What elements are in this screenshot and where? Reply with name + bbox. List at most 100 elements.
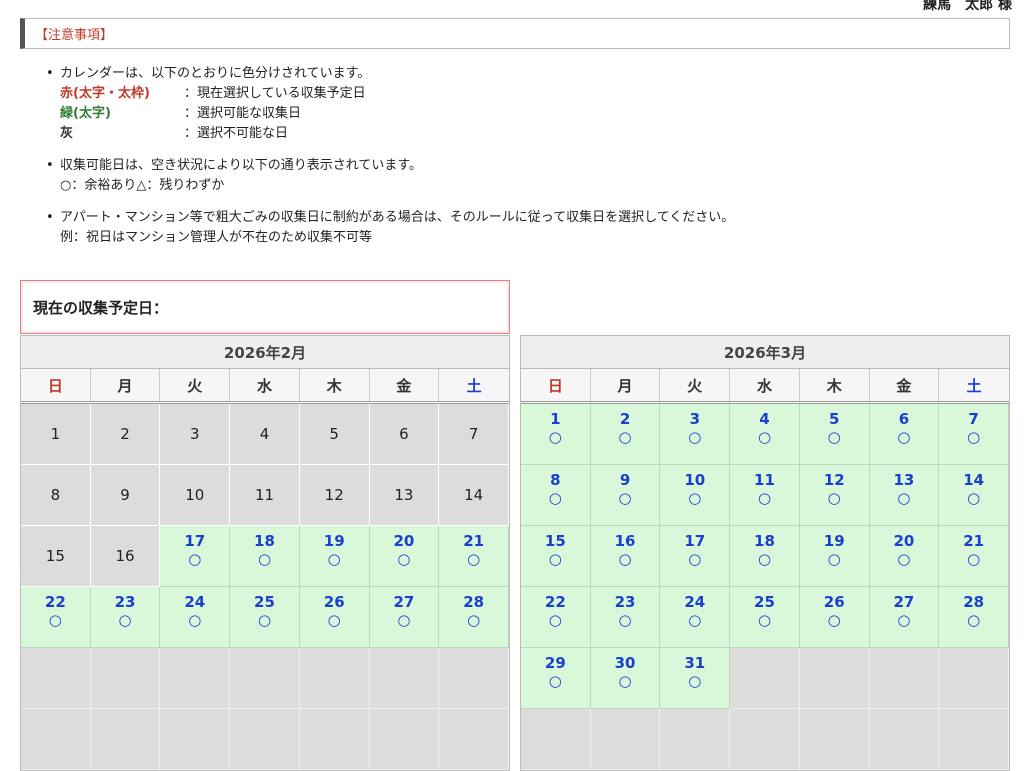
calendar-day-available[interactable]: 26 ○ bbox=[799, 587, 870, 648]
calendar-day-available[interactable]: 7 ○ bbox=[939, 404, 1009, 465]
availability-circle-icon: ○ bbox=[548, 550, 562, 568]
calendar-day-empty bbox=[369, 709, 440, 770]
calendar-day-available[interactable]: 5 ○ bbox=[799, 404, 870, 465]
calendar-day-available[interactable]: 28 ○ bbox=[439, 587, 509, 648]
availability-circle-icon: ○ bbox=[548, 428, 562, 446]
availability-circle-icon: ○ bbox=[688, 611, 702, 629]
day-number: 10 bbox=[684, 471, 706, 489]
note-subtext: ○：余裕あり△：残りわずか bbox=[60, 178, 225, 193]
calendar-day-available[interactable]: 30 ○ bbox=[590, 648, 661, 709]
availability-circle-icon: ○ bbox=[688, 428, 702, 446]
legend-row: 灰 ：選択不可能な日 bbox=[60, 124, 734, 144]
note-item-color-legend: • カレンダーは、以下のとおりに色分けされています。 赤(太字・太枠) ：現在選択… bbox=[46, 64, 734, 144]
calendar-day-empty bbox=[160, 709, 231, 770]
day-number: 6 bbox=[898, 410, 910, 428]
calendar-day-available[interactable]: 17 ○ bbox=[160, 526, 231, 587]
legend-desc: ：現在選択している収集予定日 bbox=[184, 86, 366, 101]
availability-circle-icon: ○ bbox=[688, 550, 702, 568]
calendar-day-available[interactable]: 27 ○ bbox=[869, 587, 940, 648]
calendar-day-available[interactable]: 17 ○ bbox=[660, 526, 731, 587]
calendar-day-unavailable: 3 bbox=[160, 404, 231, 465]
day-number: 27 bbox=[893, 593, 915, 611]
calendar-day-available[interactable]: 10 ○ bbox=[660, 465, 731, 526]
calendar-day-available[interactable]: 16 ○ bbox=[590, 526, 661, 587]
current-date-label: 現在の収集予定日： bbox=[33, 298, 169, 317]
availability-circle-icon: ○ bbox=[897, 489, 911, 507]
calendar-day-available[interactable]: 23 ○ bbox=[590, 587, 661, 648]
calendar-day-available[interactable]: 1 ○ bbox=[521, 404, 591, 465]
calendar-day-available[interactable]: 20 ○ bbox=[869, 526, 940, 587]
calendar-day-available[interactable]: 18 ○ bbox=[230, 526, 300, 587]
day-number: 4 bbox=[759, 410, 770, 428]
calendar-day-available[interactable]: 28 ○ bbox=[939, 587, 1009, 648]
calendar-day-available[interactable]: 4 ○ bbox=[730, 404, 800, 465]
day-number: 13 bbox=[893, 471, 915, 489]
calendar-day-available[interactable]: 11 ○ bbox=[730, 465, 800, 526]
availability-circle-icon: ○ bbox=[688, 489, 702, 507]
day-number: 1 bbox=[550, 410, 561, 428]
calendar-day-available[interactable]: 6 ○ bbox=[869, 404, 940, 465]
calendar-day-empty bbox=[799, 648, 870, 709]
day-number: 17 bbox=[684, 532, 706, 550]
calendar-day-available[interactable]: 19 ○ bbox=[799, 526, 870, 587]
calendar-day-unavailable: 15 bbox=[21, 526, 91, 587]
calendar-day-available[interactable]: 21 ○ bbox=[439, 526, 509, 587]
calendar-day-available[interactable]: 27 ○ bbox=[369, 587, 440, 648]
day-number: 17 bbox=[184, 532, 206, 550]
availability-circle-icon: ○ bbox=[327, 611, 341, 629]
calendar-day-available[interactable]: 18 ○ bbox=[730, 526, 800, 587]
day-number: 31 bbox=[684, 654, 706, 672]
note-item-building-rules: • アパート・マンション等で粗大ごみの収集日に制約がある場合は、そのルールに従っ… bbox=[46, 208, 735, 248]
calendar-day-available[interactable]: 21 ○ bbox=[939, 526, 1009, 587]
calendar-day-available[interactable]: 19 ○ bbox=[299, 526, 370, 587]
calendar-day-available[interactable]: 29 ○ bbox=[521, 648, 591, 709]
availability-circle-icon: ○ bbox=[618, 489, 632, 507]
calendar-day-empty bbox=[230, 648, 300, 709]
calendar-day-available[interactable]: 9 ○ bbox=[590, 465, 661, 526]
calendar-day-available[interactable]: 23 ○ bbox=[90, 587, 161, 648]
calendar-day-available[interactable]: 2 ○ bbox=[590, 404, 661, 465]
calendar-day-unavailable: 10 bbox=[160, 465, 231, 526]
calendar-day-empty bbox=[869, 709, 940, 770]
calendar-day-empty bbox=[21, 709, 91, 770]
calendar-day-available[interactable]: 24 ○ bbox=[660, 587, 731, 648]
calendar-day-available[interactable]: 15 ○ bbox=[521, 526, 591, 587]
day-number: 8 bbox=[550, 471, 561, 489]
calendar-day-available[interactable]: 25 ○ bbox=[730, 587, 800, 648]
calendar-grid: 1 ○ 2 ○ 3 ○ 4 ○ 5 ○ 6 ○ 7 ○ 8 ○ 9 ○ 10 ○ 11 ○ 12 ○ 13 ○ 14 ○ 15 ○ 16 ○ 1… bbox=[521, 404, 1009, 770]
calendar-day-available[interactable]: 25 ○ bbox=[230, 587, 300, 648]
calendar-day-available[interactable]: 3 ○ bbox=[660, 404, 731, 465]
calendar-day-empty bbox=[660, 709, 731, 770]
calendar-day-available[interactable]: 24 ○ bbox=[160, 587, 231, 648]
availability-circle-icon: ○ bbox=[897, 428, 911, 446]
calendar-day-available[interactable]: 8 ○ bbox=[521, 465, 591, 526]
calendar-day-empty bbox=[730, 709, 800, 770]
calendar-day-available[interactable]: 20 ○ bbox=[369, 526, 440, 587]
availability-circle-icon: ○ bbox=[548, 489, 562, 507]
day-number: 25 bbox=[754, 593, 775, 611]
calendar-day-unavailable: 2 bbox=[90, 404, 161, 465]
calendar-day-empty bbox=[230, 709, 300, 770]
day-number: 2 bbox=[619, 410, 631, 428]
notice-title: 【注意事項】 bbox=[35, 28, 114, 43]
calendar-day-available[interactable]: 13 ○ bbox=[869, 465, 940, 526]
day-number: 22 bbox=[544, 593, 566, 611]
calendar-day-available[interactable]: 22 ○ bbox=[521, 587, 591, 648]
day-number: 24 bbox=[184, 593, 206, 611]
calendar-day-available[interactable]: 12 ○ bbox=[799, 465, 870, 526]
calendar-day-empty bbox=[521, 709, 591, 770]
bullet-icon: • bbox=[46, 158, 54, 173]
weekday-header: 日月火水木金土 bbox=[521, 369, 1009, 404]
availability-circle-icon: ○ bbox=[467, 611, 481, 629]
calendar-day-available[interactable]: 22 ○ bbox=[21, 587, 91, 648]
color-legend: 赤(太字・太枠) ：現在選択している収集予定日 緑(太字) ：選択可能な収集日灰 ：選択… bbox=[60, 84, 734, 144]
note-text: アパート・マンション等で粗大ごみの収集日に制約がある場合は、そのルールに従って収… bbox=[60, 210, 735, 225]
legend-row: 緑(太字) ：選択可能な収集日 bbox=[60, 104, 734, 124]
calendar-day-available[interactable]: 26 ○ bbox=[299, 587, 370, 648]
day-number: 23 bbox=[614, 593, 636, 611]
availability-circle-icon: ○ bbox=[257, 611, 272, 629]
calendar-day-empty bbox=[21, 648, 91, 709]
calendar-day-available[interactable]: 14 ○ bbox=[939, 465, 1009, 526]
calendar-day-available[interactable]: 31 ○ bbox=[660, 648, 731, 709]
calendar-day-unavailable: 11 bbox=[230, 465, 300, 526]
